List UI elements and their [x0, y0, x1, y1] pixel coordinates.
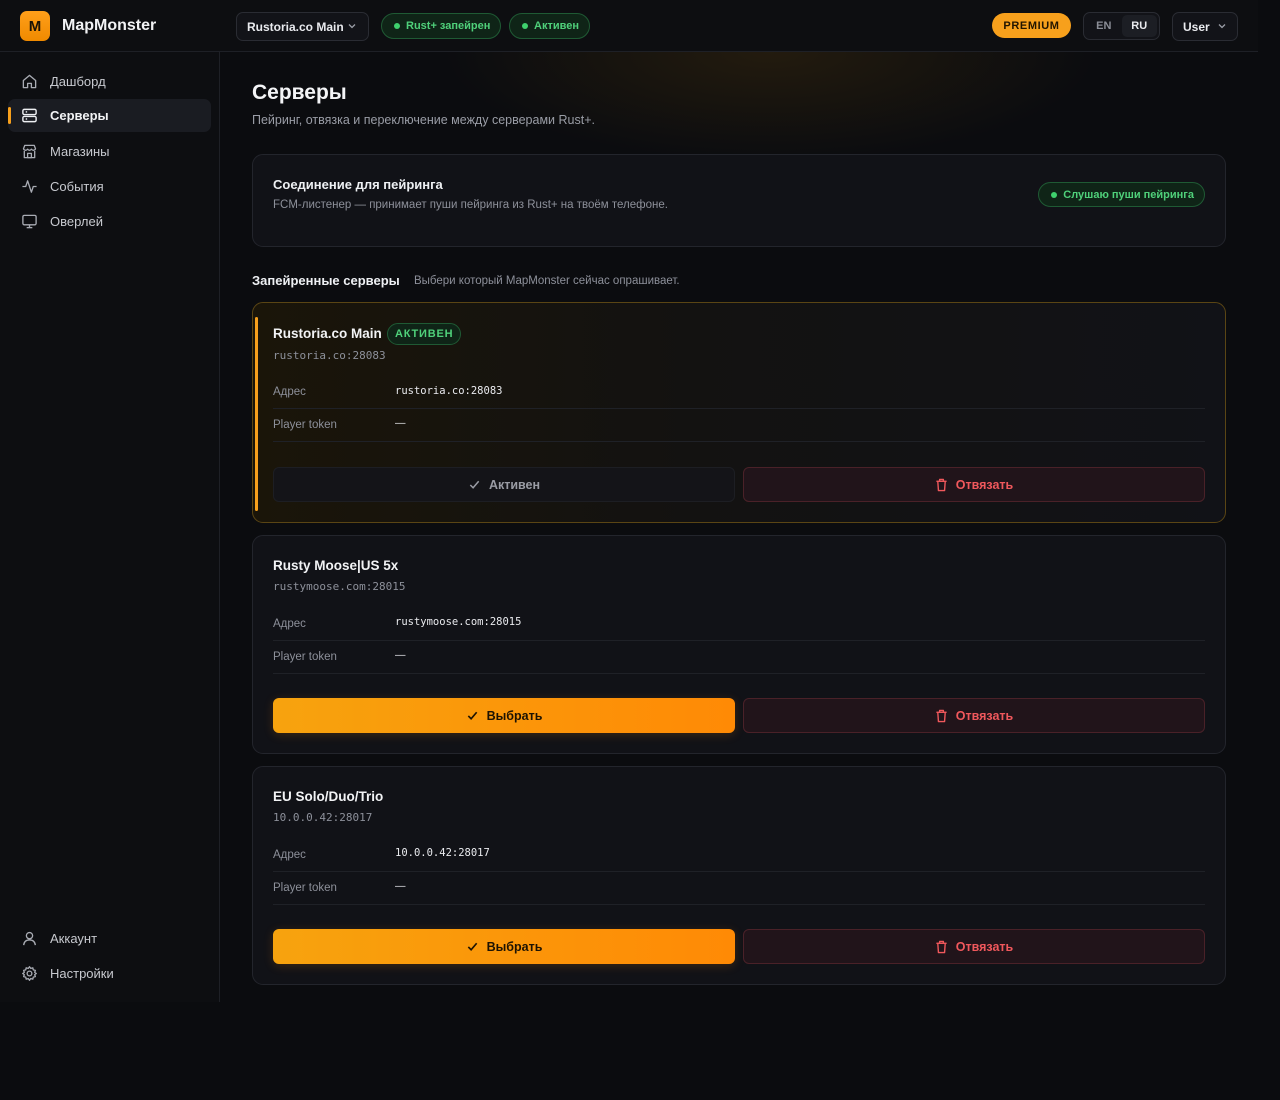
player-token-label: Player token [273, 419, 337, 431]
user-menu-button[interactable]: User [1172, 12, 1238, 41]
server-host: 10.0.0.42:28017 [273, 811, 373, 824]
sidebar-item-events[interactable]: События [8, 170, 211, 203]
active-status-badge: Активен [509, 13, 590, 39]
chevron-down-icon [1218, 24, 1226, 29]
pairing-connection-title: Соединение для пейринга [273, 177, 443, 192]
server-active-button: Активен [273, 467, 735, 502]
player-token-value: — [395, 649, 406, 661]
player-token-label: Player token [273, 651, 337, 663]
address-label: Адрес [273, 618, 306, 630]
server-icon [22, 108, 37, 123]
divider [273, 673, 1205, 674]
sidebar-item-label: Аккаунт [50, 931, 98, 946]
player-token-value: — [395, 880, 406, 892]
sidebar-item-account[interactable]: Аккаунт [8, 922, 211, 955]
sidebar-item-label: События [50, 179, 104, 194]
address-value: rustoria.co:28083 [395, 385, 503, 397]
store-icon [22, 144, 37, 159]
active-status-label: Активен [534, 20, 579, 32]
status-dot-icon [394, 23, 400, 29]
paired-servers-title: Запейренные серверы [252, 273, 400, 288]
lang-ru-button[interactable]: RU [1121, 15, 1157, 37]
paired-servers-hint: Выбери который MapMonster сейчас опрашив… [414, 275, 680, 287]
user-menu-label: User [1183, 19, 1210, 34]
server-name: Rustoria.co Main [273, 326, 382, 341]
select-server-button[interactable]: Выбрать [273, 929, 735, 964]
sidebar-item-stores[interactable]: Магазины [8, 135, 211, 168]
lang-en-button[interactable]: EN [1086, 15, 1122, 37]
unlink-label: Отвязать [955, 939, 1014, 954]
home-icon [22, 74, 37, 89]
trash-icon [936, 709, 947, 722]
top-bar: M MapMonster Rustoria.co Main Rust+ запе… [0, 0, 1258, 52]
divider [273, 871, 1205, 872]
unlink-button[interactable]: Отвязать [743, 929, 1205, 964]
server-card: Rusty Moose|US 5x rustymoose.com:28015 А… [252, 535, 1226, 754]
status-dot-icon [1051, 191, 1058, 198]
select-server-button[interactable]: Выбрать [273, 698, 735, 733]
unlink-button[interactable]: Отвязать [743, 698, 1205, 733]
check-icon [467, 942, 477, 951]
divider [273, 408, 1205, 409]
monitor-icon [22, 214, 37, 229]
fcm-listener-status-label: Слушаю пуши пейринга [1063, 188, 1194, 201]
header-glow [440, 52, 1100, 162]
status-dot-icon [522, 23, 528, 29]
rust-paired-status-badge: Rust+ запейрен [381, 13, 502, 39]
unlink-label: Отвязать [955, 477, 1014, 492]
active-server-badge: АКТИВЕН [387, 323, 462, 345]
sidebar-item-overlay[interactable]: Оверлей [8, 205, 211, 238]
app-name: MapMonster [62, 17, 157, 34]
sidebar-item-label: Дашборд [50, 74, 106, 89]
sidebar-item-label: Серверы [50, 108, 109, 123]
chevron-down-icon [348, 24, 356, 29]
user-icon [22, 931, 37, 946]
trash-icon [936, 940, 947, 953]
active-accent-bar [255, 317, 258, 511]
server-card: EU Solo/Duo/Trio 10.0.0.42:28017 Адрес 1… [252, 766, 1226, 985]
server-card: Rustoria.co Main АКТИВЕН rustoria.co:280… [252, 302, 1226, 523]
server-select-dropdown[interactable]: Rustoria.co Main [236, 12, 369, 41]
sidebar: Дашборд Серверы Магазины События Оверлей… [0, 52, 220, 1002]
server-host: rustymoose.com:28015 [273, 580, 406, 593]
sidebar-item-label: Магазины [50, 144, 110, 159]
sidebar-item-label: Оверлей [50, 214, 103, 229]
pairing-connection-description: FCM-листенер — принимает пуши пейринга и… [273, 199, 668, 211]
page-subtitle: Пейринг, отвязка и переключение между се… [252, 113, 595, 127]
rust-paired-status-label: Rust+ запейрен [406, 20, 491, 32]
page-title: Серверы [252, 81, 347, 104]
server-host: rustoria.co:28083 [273, 349, 386, 362]
gear-icon [22, 966, 37, 981]
activity-icon [22, 180, 37, 193]
app-logo[interactable]: M [20, 11, 50, 41]
sidebar-item-label: Настройки [50, 966, 114, 981]
pairing-connection-card: Соединение для пейринга FCM-листенер — п… [252, 154, 1226, 247]
unlink-button[interactable]: Отвязать [743, 467, 1205, 502]
divider [273, 904, 1205, 905]
address-label: Адрес [273, 386, 306, 398]
player-token-value: — [395, 417, 406, 429]
select-server-label: Выбрать [486, 939, 543, 954]
server-name: Rusty Moose|US 5x [273, 558, 399, 573]
unlink-label: Отвязать [955, 708, 1014, 723]
fcm-listener-status-badge: Слушаю пуши пейринга [1038, 182, 1205, 207]
sidebar-item-settings[interactable]: Настройки [8, 957, 211, 990]
server-select-value: Rustoria.co Main [247, 19, 344, 34]
divider [273, 640, 1205, 641]
trash-icon [936, 478, 947, 491]
sidebar-item-servers[interactable]: Серверы [8, 99, 211, 132]
premium-badge[interactable]: PREMIUM [992, 13, 1071, 38]
server-name: EU Solo/Duo/Trio [273, 789, 384, 804]
address-label: Адрес [273, 849, 306, 861]
address-value: 10.0.0.42:28017 [395, 847, 490, 859]
language-switcher: EN RU [1083, 12, 1160, 40]
sidebar-item-dashboard[interactable]: Дашборд [8, 65, 211, 98]
check-icon [469, 480, 480, 489]
address-value: rustymoose.com:28015 [395, 616, 522, 628]
player-token-label: Player token [273, 882, 337, 894]
server-active-label: Активен [488, 477, 541, 492]
check-icon [467, 711, 477, 720]
select-server-label: Выбрать [486, 708, 543, 723]
divider [273, 441, 1205, 442]
